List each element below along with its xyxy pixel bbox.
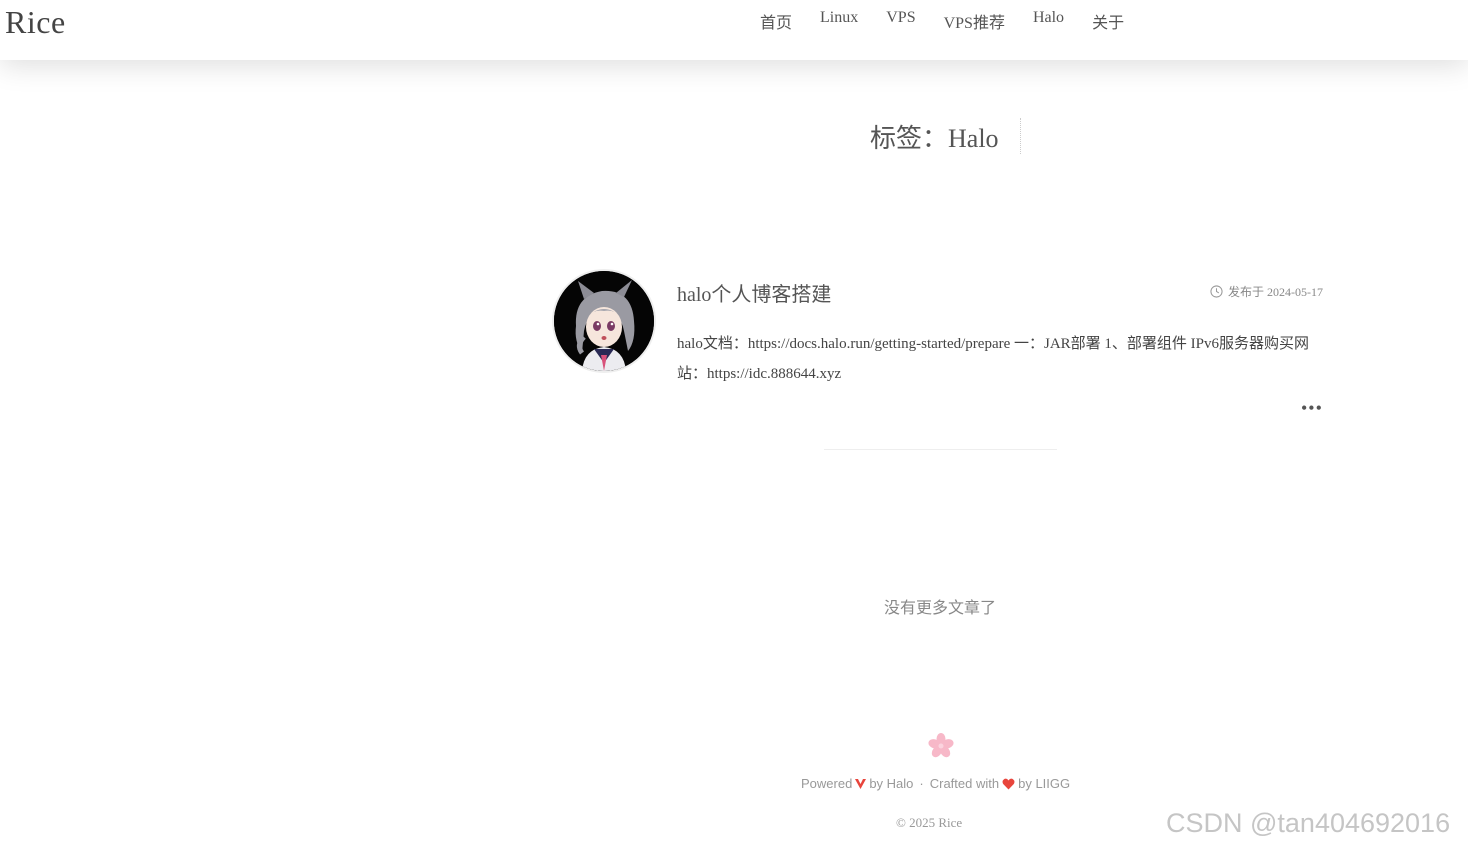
footer-copyright: © 2025 Rice [896,815,963,830]
sakura-flower-icon [928,733,954,758]
footer-crafted-text: Crafted with [929,776,1000,791]
post-thumbnail-avatar[interactable] [552,269,656,373]
site-logo[interactable]: Rice [5,4,66,41]
main-nav: 首页 Linux VPS VPS推荐 Halo 关于 [760,9,1152,33]
nav-item-halo[interactable]: Halo [1033,9,1064,33]
no-more-posts-text: 没有更多文章了 [884,600,997,617]
nav-item-about[interactable]: 关于 [1092,9,1124,33]
anime-girl-avatar-icon [554,271,654,371]
heart-icon [1002,778,1015,789]
nav-item-vps-recommend[interactable]: VPS推荐 [944,9,1005,33]
post-title-link[interactable]: halo个人博客搭建 [677,278,831,307]
clock-icon [1210,285,1223,298]
footer-credits: Powered by Halo · Crafted with by LIIGG [801,776,1070,791]
post-divider [824,449,1057,450]
csdn-watermark: CSDN @tan404692016 [1166,808,1451,838]
title-divider [1020,118,1021,154]
halo-logo-icon [855,778,867,789]
page-title: 标签：Halo [870,124,999,153]
post-excerpt: halo文档：https://docs.halo.run/getting-sta… [677,336,1310,382]
halo-link[interactable]: by Halo [869,776,913,791]
site-header: Rice 首页 Linux VPS VPS推荐 Halo 关于 [0,0,1468,60]
read-more-button[interactable]: ••• [1301,398,1323,418]
footer-powered-text: Powered [801,776,853,791]
post-date: 发布于 2024-05-17 [1210,283,1323,300]
nav-item-vps[interactable]: VPS [886,9,915,33]
footer-separator: · [919,776,924,791]
nav-item-home[interactable]: 首页 [760,9,792,33]
nav-item-linux[interactable]: Linux [820,9,858,33]
post-date-text: 发布于 2024-05-17 [1228,285,1323,299]
liigg-link[interactable]: by LIIGG [1018,776,1070,791]
